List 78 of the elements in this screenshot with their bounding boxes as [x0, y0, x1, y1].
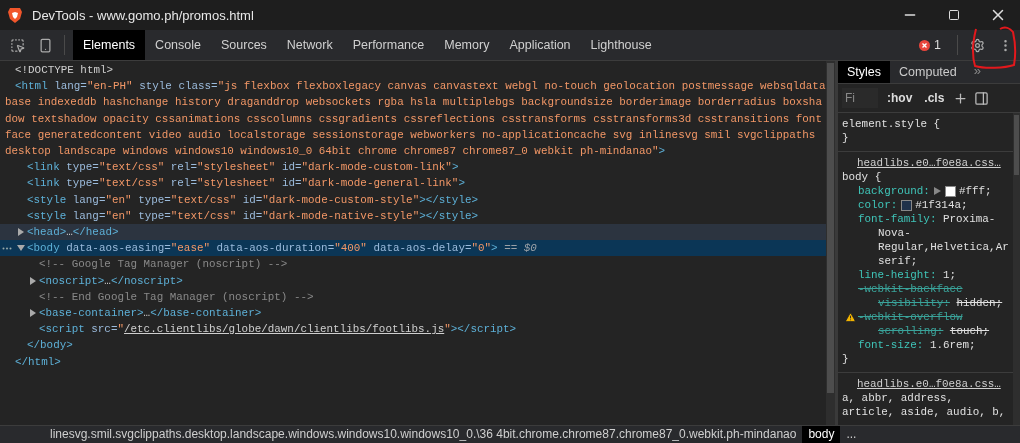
panel-tab[interactable]: Application	[499, 30, 581, 60]
code-line[interactable]: <link type="text/css" rel="stylesheet" id="dark-mode-general-link">	[17, 175, 826, 192]
property-value: 1.6rem;	[929, 338, 976, 352]
code-line[interactable]: <base-container>…</base-container>	[29, 305, 826, 322]
panel-tab[interactable]: Network	[276, 30, 343, 60]
ellipsis-icon[interactable]	[2, 247, 12, 251]
scrollbar[interactable]	[1013, 113, 1020, 425]
panel-tab[interactable]: Performance	[342, 30, 435, 60]
styles-tab[interactable]: Styles	[838, 61, 891, 83]
panel-tab[interactable]: Lighthouse	[580, 30, 662, 60]
selector: article, aside, audio, b,	[842, 405, 1006, 419]
property-value: 1;	[943, 268, 957, 282]
error-icon	[919, 39, 931, 51]
color-swatch[interactable]	[944, 185, 956, 197]
code-line[interactable]: </body>	[17, 337, 826, 354]
breadcrumb-item[interactable]: linesvg.smil.svgclippaths.desktop.landscape.windows.windows10.windows10_0.\36 4bit.chrome.chrome87.chrome87_0.webkit.ph-mindanao	[44, 426, 803, 443]
property-value: hidden;	[956, 296, 1003, 310]
scrollbar[interactable]	[826, 61, 835, 425]
code-line[interactable]: <style lang="en" type="text/css" id="dark-mode-custom-style"></style>	[17, 191, 826, 208]
property-value: #1f314a;	[915, 198, 968, 212]
code-line[interactable]: <style lang="en" type="text/css" id="dark-mode-native-style"></style>	[17, 207, 826, 225]
cls-toggle[interactable]: .cls	[921, 91, 948, 105]
inspect-icon[interactable]	[9, 37, 25, 53]
sidebar-toggle-icon[interactable]	[974, 90, 990, 106]
highlight-outline	[970, 26, 1018, 70]
property-name: color:	[858, 198, 898, 212]
lion-shield-icon	[8, 7, 22, 23]
code-line[interactable]: <script src="/etc.clientlibs/globe/dawn/clientlibs/footlibs.js"></script>	[29, 321, 826, 338]
panel-tab[interactable]: Sources	[211, 30, 277, 60]
code-line[interactable]: </html>	[5, 353, 826, 370]
panel-tab[interactable]: Elements	[73, 30, 146, 60]
property-name: scrolling:	[878, 324, 944, 338]
property-name: -webkit-backface	[858, 282, 963, 296]
error-count[interactable]: 1	[934, 38, 941, 52]
source-link[interactable]: headlibs.e0…f0e8a.css…	[842, 377, 1013, 391]
expand-arrow-icon[interactable]	[17, 244, 25, 253]
filter-field[interactable]: Fi	[842, 88, 878, 108]
more-button[interactable]: ...	[840, 426, 863, 443]
code-line[interactable]: <!-- End Google Tag Manager (noscript) -->	[29, 288, 826, 306]
selector: a, abbr, address,	[842, 391, 954, 405]
panel-tab[interactable]: Memory	[434, 30, 500, 60]
source-link[interactable]: headlibs.e0…f0e8a.css…	[842, 156, 1013, 170]
maximize-icon[interactable]	[948, 9, 960, 21]
code-line[interactable]: <!DOCTYPE html>	[5, 62, 826, 79]
window-title: DevTools - www.gomo.ph/promos.html	[32, 7, 255, 23]
panel-tab[interactable]: Console	[145, 30, 211, 60]
code-line[interactable]: <html lang="en-PH" style class="js flexbox flexboxlegacy canvas canvastext webgl no-touch geolocation postmessage websqldatabase indexeddb hashchange history draganddrop websockets rgba hsla multiplebgs backgroundsize borderimage borderradius boxshadow textshadow opacity cssanimations csscolumns cssgradients cssreflections csstransforms csstransforms3d csstransitions fontface generatedcontent video audio localstorage sessionstorage webworkers no-applicationcache svg inlinesvg smil svgclippaths desktop landscape windows windows10 windows10_0 64bit chrome chrome87 chrome87_0 webkit ph-mindanao">	[5, 78, 826, 160]
plus-icon[interactable]	[953, 90, 969, 106]
color-swatch[interactable]	[901, 199, 913, 211]
property-value: Regular,Helvetica,Ar	[878, 240, 1009, 254]
property-value: touch;	[949, 324, 990, 338]
more-tabs[interactable]: »	[965, 61, 989, 83]
property-name: -webkit-overflow	[858, 310, 963, 324]
selector: element.style {	[842, 117, 941, 131]
phone-icon[interactable]	[37, 37, 53, 53]
property-name: font-family:	[858, 212, 937, 226]
property-value: Nova-	[878, 226, 911, 240]
property-name: visibility:	[878, 296, 950, 310]
expand-arrow-icon[interactable]	[933, 187, 941, 195]
breadcrumb-item[interactable]: body	[802, 426, 841, 443]
hov-toggle[interactable]: :hov	[884, 91, 916, 105]
closing-brace: }	[842, 352, 849, 366]
code-line[interactable]: <link type="text/css" rel="stylesheet" id="dark-mode-custom-link">	[17, 159, 826, 176]
selector: body {	[842, 170, 882, 184]
styles-tab[interactable]: Computed	[890, 61, 966, 83]
property-value: Proxima-	[943, 212, 996, 226]
property-name: background:	[858, 184, 930, 198]
property-name: font-size:	[858, 338, 924, 352]
expand-arrow-icon[interactable]	[17, 228, 25, 237]
code-line[interactable]: <noscript>…</noscript>	[29, 272, 826, 289]
closing-brace: }	[842, 131, 849, 145]
settings-icon[interactable]	[969, 37, 985, 53]
property-name: line-height:	[858, 268, 937, 282]
property-value: #fff;	[958, 184, 992, 198]
expand-arrow-icon[interactable]	[29, 276, 37, 285]
code-line[interactable]: <!-- Google Tag Manager (noscript) -->	[29, 256, 826, 273]
expand-arrow-icon[interactable]	[29, 309, 37, 318]
property-value: serif;	[878, 254, 918, 268]
